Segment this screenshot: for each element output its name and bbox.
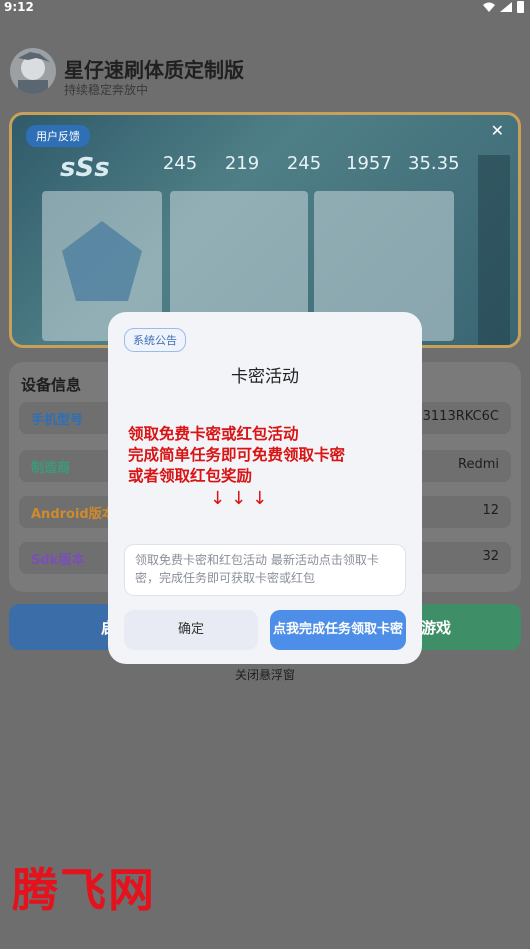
- confirm-button[interactable]: 确定: [124, 610, 258, 650]
- promo-text: 领取免费卡密或红包活动 完成简单任务即可免费领取卡密 或者领取红包奖励: [128, 424, 408, 487]
- dialog-title: 卡密活动: [231, 367, 299, 387]
- banner-stat: 35.35: [408, 153, 460, 174]
- wifi-icon: [483, 2, 495, 12]
- device-row-value: 23113RKC6C: [414, 409, 499, 424]
- banner-stat: 1957: [346, 153, 392, 174]
- promo-line: 完成简单任务即可免费领取卡密: [128, 446, 346, 464]
- signal-icon: [500, 2, 512, 12]
- banner-stats: 245 219 245 1957 35.35: [160, 153, 460, 183]
- banner-stat: 245: [162, 153, 198, 174]
- banner-stat: 245: [286, 153, 322, 174]
- status-bar: 9:12: [0, 0, 530, 16]
- banner-stat: 219: [224, 153, 260, 174]
- device-row-label: 手机型号: [31, 413, 84, 428]
- complete-task-button[interactable]: 点我完成任务领取卡密: [270, 610, 406, 650]
- watermark-logo: 腾飞网: [12, 863, 156, 917]
- device-row-value: Redmi: [458, 457, 499, 472]
- banner-side-menu[interactable]: [478, 155, 510, 345]
- app-subtitle: 持续稳定奔放中: [64, 83, 149, 97]
- app-header: 星仔速刷体质定制版 持续稳定奔放中: [10, 48, 520, 98]
- close-float-window-link[interactable]: 关闭悬浮窗: [0, 666, 530, 683]
- app-logo: [10, 48, 56, 94]
- feedback-button[interactable]: 用户反馈: [26, 125, 90, 147]
- device-row-value: 12: [482, 503, 499, 518]
- promo-line: 或者领取红包奖励: [128, 467, 253, 485]
- device-info-title: 设备信息: [21, 376, 82, 394]
- system-announcement-tag: 系统公告: [124, 328, 186, 352]
- game-button-label: 游戏: [421, 619, 452, 637]
- dialog-description: 领取免费卡密和红包活动 最新活动点击领取卡密，完成任务即可获取卡密或红包: [124, 544, 406, 596]
- status-icons: [483, 1, 524, 13]
- device-row-label: 制造商: [31, 461, 71, 476]
- device-row-label: Sdk版本: [31, 553, 85, 568]
- app-title: 星仔速刷体质定制版: [64, 58, 244, 82]
- rank-badge: sSs: [60, 153, 110, 183]
- battery-icon: [517, 1, 524, 13]
- status-time: 9:12: [4, 0, 34, 14]
- device-row-value: 32: [482, 549, 499, 564]
- promo-line: 领取免费卡密或红包活动: [128, 425, 299, 443]
- announcement-dialog: 系统公告 卡密活动 领取免费卡密或红包活动 完成简单任务即可免费领取卡密 或者领…: [108, 312, 422, 664]
- close-icon[interactable]: ✕: [491, 121, 504, 140]
- device-row-label: Android版本: [31, 507, 115, 522]
- down-arrows-icon: ↓↓↓: [210, 488, 274, 509]
